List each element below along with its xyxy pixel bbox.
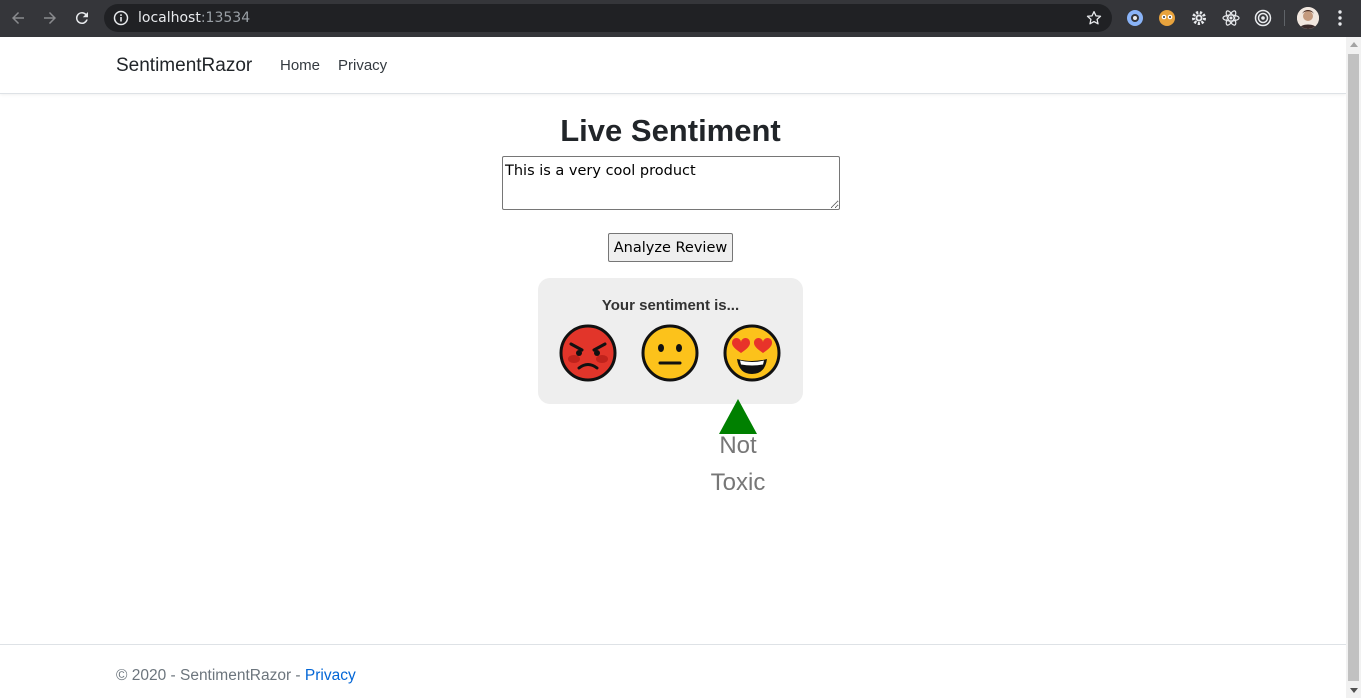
angry-face-icon — [559, 324, 617, 382]
address-bar[interactable]: localhost:13534 — [104, 4, 1112, 32]
toxicity-verdict: Not Toxic — [688, 427, 788, 501]
heart-eyes-face-icon — [723, 324, 781, 382]
sentiment-panel-title: Your sentiment is... — [601, 297, 740, 314]
verdict-line-2: Toxic — [710, 469, 766, 496]
extension-icon[interactable] — [1126, 9, 1144, 27]
menu-icon[interactable] — [1333, 9, 1347, 27]
verdict-line-1: Not — [719, 432, 757, 459]
browser-toolbar: localhost:13534 — [0, 0, 1361, 37]
url-text: localhost:13534 — [138, 10, 251, 26]
analyze-review-button[interactable]: Analyze Review — [608, 233, 733, 262]
footer-privacy-link[interactable]: Privacy — [305, 667, 356, 684]
page-content: SentimentRazor Home Privacy Live Sentime… — [0, 37, 1346, 698]
info-icon[interactable] — [113, 10, 129, 26]
target-icon[interactable] — [1254, 9, 1272, 27]
react-icon[interactable] — [1222, 9, 1240, 27]
scrollbar-thumb[interactable] — [1348, 54, 1359, 681]
back-icon[interactable] — [8, 8, 28, 28]
neutral-face-icon — [641, 324, 699, 382]
footer-text: © 2020 - SentimentRazor - Privacy — [116, 667, 356, 685]
reload-icon[interactable] — [72, 8, 92, 28]
site-footer: © 2020 - SentimentRazor - Privacy — [0, 644, 1346, 698]
sentiment-panel: Your sentiment is... — [538, 278, 803, 404]
gear-icon[interactable] — [1190, 9, 1208, 27]
brand-link[interactable]: SentimentRazor — [116, 55, 252, 77]
vertical-scrollbar[interactable] — [1346, 37, 1361, 698]
nav-link-privacy[interactable]: Privacy — [338, 56, 387, 76]
star-icon[interactable] — [1085, 9, 1103, 27]
scroll-down-arrow-icon[interactable] — [1350, 688, 1358, 693]
copyright-text: © 2020 - SentimentRazor - — [116, 667, 305, 684]
forward-icon[interactable] — [40, 8, 60, 28]
nav-link-home[interactable]: Home — [280, 56, 320, 76]
scroll-up-arrow-icon[interactable] — [1350, 42, 1358, 47]
extension-icon[interactable] — [1158, 9, 1176, 27]
profile-avatar[interactable] — [1297, 7, 1319, 29]
page-title: Live Sentiment — [560, 113, 781, 148]
review-textarea[interactable]: This is a very cool product — [502, 156, 840, 210]
toolbar-divider — [1284, 10, 1285, 26]
site-navbar: SentimentRazor Home Privacy — [0, 37, 1346, 94]
